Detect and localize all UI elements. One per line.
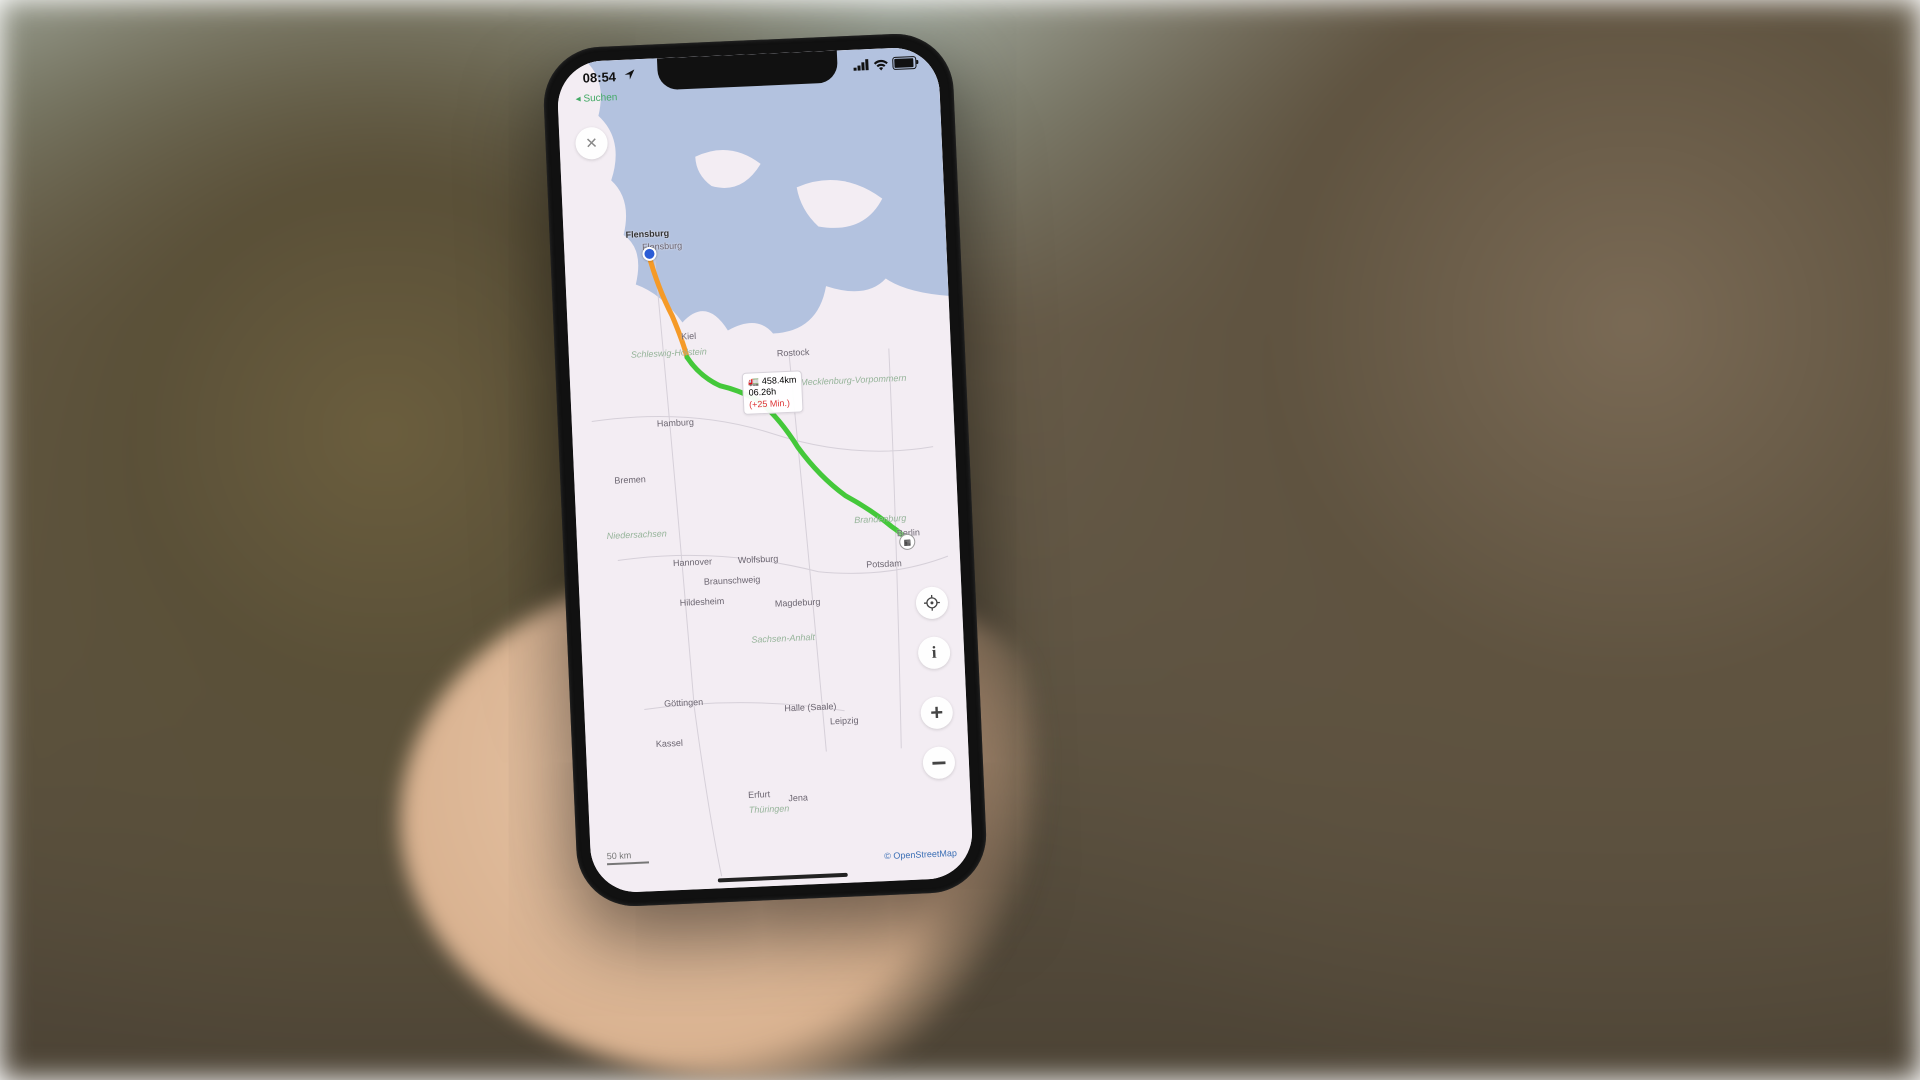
city-label: Jena — [788, 792, 808, 803]
city-label: Hildesheim — [679, 596, 724, 608]
city-label: Bremen — [614, 474, 646, 485]
city-label: Wolfsburg — [738, 554, 779, 566]
phone-screen: 08:54 ◂ Suchen — [556, 46, 974, 894]
back-link[interactable]: ◂ Suchen — [575, 92, 617, 105]
map-scale: 50 km — [606, 849, 649, 865]
route-delay: (+25 Min.) — [749, 397, 798, 410]
city-label: Hannover — [673, 556, 712, 568]
cellular-icon — [853, 59, 869, 71]
wifi-icon — [873, 58, 888, 70]
origin-label: Flensburg — [625, 228, 669, 240]
back-label: Suchen — [583, 92, 617, 104]
city-label: Leipzig — [830, 715, 859, 726]
battery-icon — [892, 56, 917, 70]
scale-label: 50 km — [606, 850, 631, 861]
city-label: Rostock — [777, 347, 810, 358]
route-tooltip: 458.4km 06.26h (+25 Min.) — [742, 370, 804, 414]
phone-frame: 08:54 ◂ Suchen — [541, 31, 988, 908]
city-label: Potsdam — [866, 558, 902, 570]
city-label: Kiel — [681, 331, 696, 342]
map-svg — [556, 46, 974, 894]
city-label: Kassel — [656, 738, 683, 749]
status-time: 08:54 — [582, 69, 616, 85]
city-label: Göttingen — [664, 697, 703, 709]
city-label: Hamburg — [657, 417, 694, 429]
city-label: Magdeburg — [775, 597, 821, 609]
region-label: Thüringen — [749, 803, 790, 815]
location-services-icon — [624, 69, 635, 82]
map-canvas[interactable]: ▦ FlensburgKielRostockHamburgBremenHanno… — [556, 46, 974, 894]
city-label: Erfurt — [748, 789, 770, 800]
